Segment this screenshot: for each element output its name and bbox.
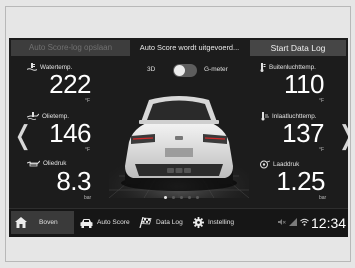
oil-temp-icon (27, 112, 39, 120)
oil-temp-unit: °F (85, 147, 91, 153)
oil-pressure-unit: bar (84, 195, 92, 201)
gauge-oil-pressure: Oliedruk 8.3 bar (27, 160, 109, 210)
coolant-temp-icon (27, 63, 37, 71)
toggle-knob (174, 65, 185, 76)
nav-home-button[interactable]: Boven (11, 211, 74, 234)
boost-value: 1.25 (276, 166, 325, 196)
home-icon (15, 217, 27, 228)
page-dot[interactable] (180, 196, 183, 199)
intake-temp-unit: °F (319, 147, 325, 153)
page-dot[interactable] (196, 196, 199, 199)
gauge-oil-temp: Olietemp. 146 °F (27, 112, 109, 162)
water-temp-unit: °F (85, 98, 91, 104)
page-dot[interactable] (188, 196, 191, 199)
oil-pressure-value: 8.3 (56, 166, 91, 196)
wifi-icon (300, 218, 309, 226)
nav-home-label: Boven (39, 219, 58, 226)
water-temp-value: 222 (49, 69, 91, 99)
nav-data-log-label: Data Log (156, 219, 183, 226)
autoscore-status-text: Auto Score wordt uitgevoerd... (139, 43, 240, 52)
nav-auto-score-button[interactable]: Auto Score (76, 211, 134, 234)
toggle-label-3d: 3D (147, 66, 156, 73)
gauge-boost: Laaddruk 1.25 bar (259, 160, 341, 210)
bottom-nav-bar: Boven Auto Score Data Log Instelling 12:… (9, 208, 348, 237)
outside-temp-value: 110 (284, 69, 324, 99)
nav-settings-label: Instelling (208, 219, 235, 226)
page-indicator (164, 196, 199, 199)
view-toggle-switch[interactable] (173, 64, 197, 77)
toggle-label-g-meter: G-meter (204, 66, 228, 73)
autoscore-log-save-button[interactable]: Auto Score-log opslaan (11, 40, 130, 56)
signal-icon (289, 218, 297, 226)
car-rear-view-image (108, 80, 250, 199)
gauge-intake-temp: Inlaatluchttemp. 137 °F (259, 112, 341, 162)
intake-temp-icon (261, 112, 269, 121)
status-icons (278, 218, 309, 226)
gauge-outside-temp: Buitenluchttemp. 110 °F (259, 63, 341, 113)
gauge-water-temp: Watertemp. 222 °F (27, 63, 109, 113)
gear-icon (193, 217, 204, 228)
clock-time: 12:34 (311, 215, 347, 231)
nav-data-log-button[interactable]: Data Log (135, 211, 187, 234)
checkered-flag-icon (139, 217, 152, 228)
display-screen: Auto Score-log opslaan Auto Score wordt … (9, 38, 348, 237)
oil-temp-value: 146 (49, 118, 91, 148)
page-dot[interactable] (164, 196, 167, 199)
start-data-log-button[interactable]: Start Data Log (250, 40, 346, 56)
nav-auto-score-label: Auto Score (97, 219, 130, 226)
nav-settings-button[interactable]: Instelling (189, 211, 249, 234)
outside-temp-unit: °F (319, 98, 325, 104)
outside-temp-icon (260, 63, 266, 72)
boost-unit: bar (319, 195, 327, 201)
intake-temp-value: 137 (282, 118, 324, 148)
oil-pressure-icon (27, 160, 40, 167)
mute-icon (278, 219, 286, 225)
car-icon (80, 218, 93, 228)
page-dot[interactable] (172, 196, 175, 199)
top-bar: Auto Score-log opslaan Auto Score wordt … (9, 38, 348, 58)
